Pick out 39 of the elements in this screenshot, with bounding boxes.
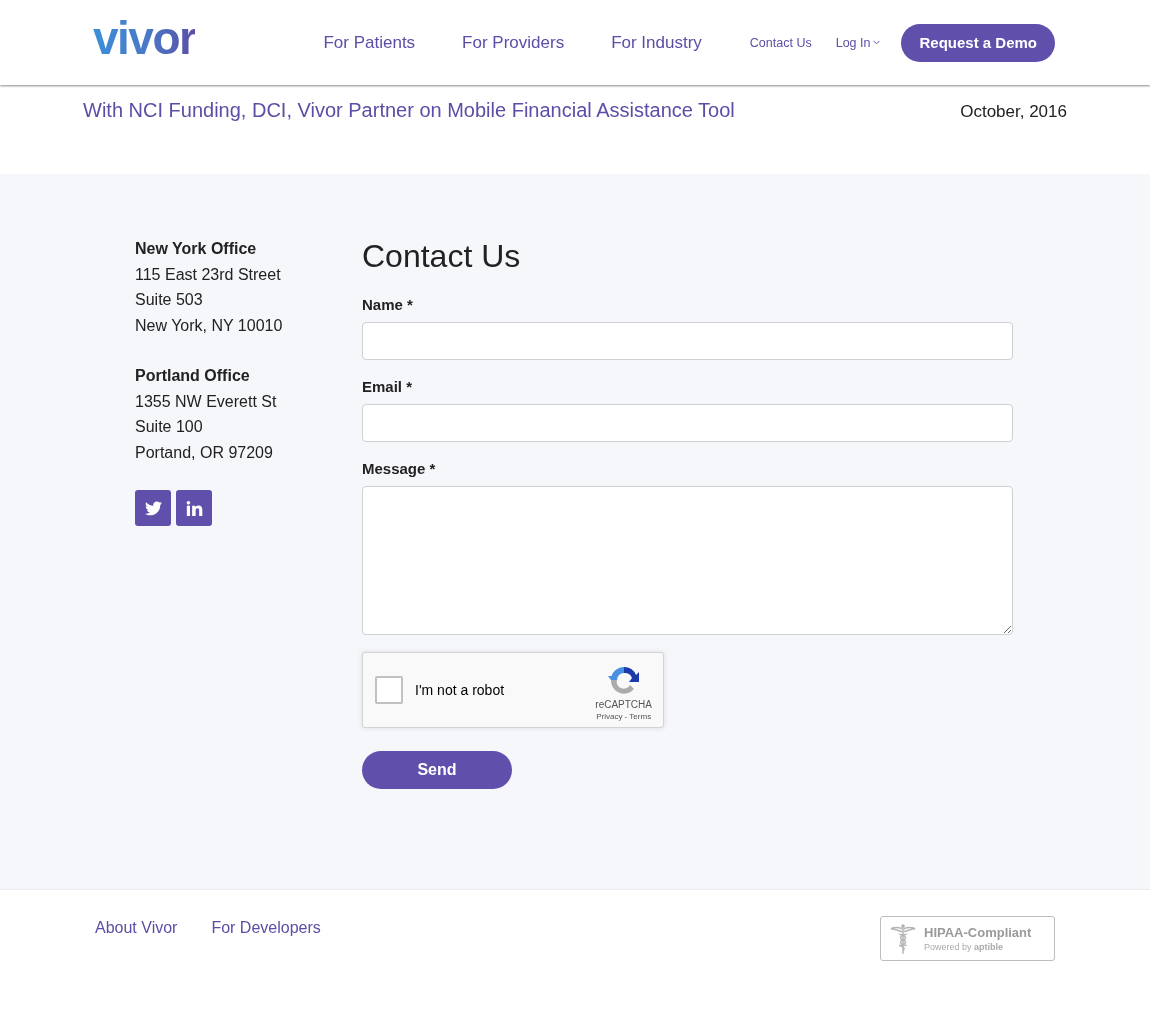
message-field[interactable] — [362, 486, 1013, 635]
linkedin-link[interactable] — [176, 490, 212, 526]
twitter-icon — [144, 500, 162, 516]
linkedin-icon — [185, 500, 203, 516]
address-line: 1355 NW Everett St — [135, 391, 278, 412]
input-field[interactable] — [362, 404, 1013, 442]
form-title: Contact Us — [362, 237, 522, 276]
twitter-link[interactable] — [135, 490, 171, 526]
office-name: New York Office — [135, 239, 258, 259]
captcha-label: I'm not a robot — [415, 682, 505, 698]
address-line: 115 East 23rd Street — [135, 264, 282, 285]
article-date: October, 2016 — [960, 102, 1067, 122]
footer-link[interactable]: About Vivor — [95, 916, 178, 940]
address-line: New York, NY 10010 — [135, 315, 284, 336]
address-line: Suite 503 — [135, 290, 204, 310]
nav-link[interactable]: For Industry — [611, 32, 702, 53]
privacy-terms-link[interactable]: Privacy - Terms — [596, 711, 652, 722]
login-dropdown[interactable]: Log In — [835, 35, 881, 50]
captcha-checkbox[interactable] — [375, 676, 403, 704]
field-label: Email * — [362, 378, 414, 396]
field-label: Message * — [362, 460, 437, 478]
input-field[interactable] — [362, 322, 1013, 360]
nav-link[interactable]: For Patients — [323, 32, 416, 53]
address-line: Suite 100 — [135, 417, 204, 437]
request-demo-button[interactable]: Request a Demo — [901, 23, 1055, 62]
address-line: Portand, OR 97209 — [135, 442, 274, 463]
recaptcha-logo-icon — [607, 664, 640, 696]
contact-link[interactable]: Contact Us — [749, 35, 812, 50]
caduceus-icon — [890, 922, 916, 955]
badge-title: HIPAA-Compliant — [924, 924, 1032, 941]
caret-icon — [873, 40, 881, 45]
footer-link[interactable]: For Developers — [211, 916, 321, 940]
captcha-brand: reCAPTCHA — [595, 698, 652, 711]
field-label: Name * — [362, 296, 414, 314]
article-link[interactable]: With NCI Funding, DCI, Vivor Partner on Mobile Financial Assistance Tool — [83, 98, 735, 122]
badge-subtitle: Powered by aptible — [924, 940, 1005, 953]
nav-link[interactable]: For Providers — [462, 32, 565, 53]
office-name: Portland Office — [135, 366, 251, 386]
send-button[interactable]: Send — [362, 751, 512, 789]
